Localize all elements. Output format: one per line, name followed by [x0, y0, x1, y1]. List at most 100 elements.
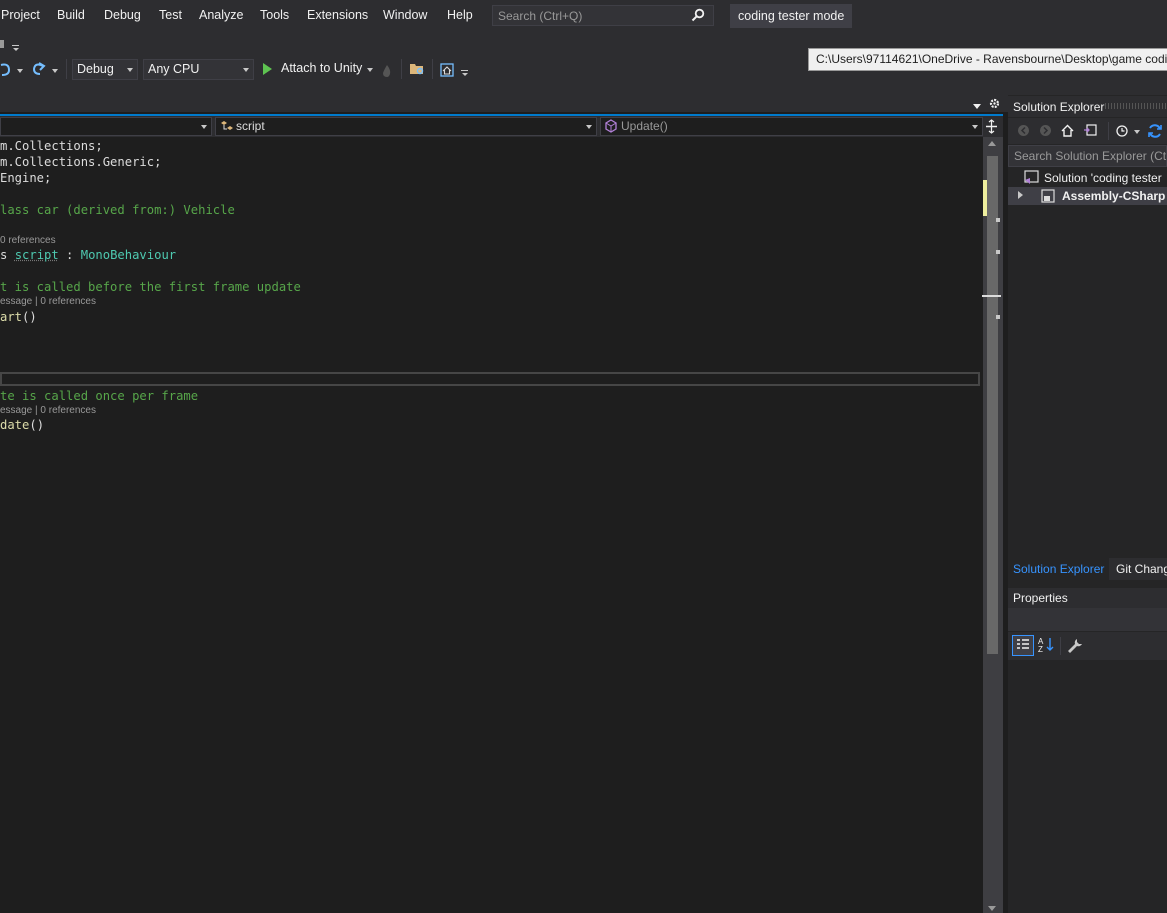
code-update-method: date() [0, 418, 44, 432]
alphabetical-icon[interactable]: AZ [1037, 636, 1055, 654]
scroll-down-arrow-icon[interactable] [988, 906, 996, 911]
member-nav-select[interactable]: Update() [600, 117, 983, 136]
toolbar-separator [401, 59, 402, 79]
configuration-value: Debug [77, 62, 114, 76]
chevron-down-icon[interactable] [1134, 130, 1140, 134]
hot-reload-flame-icon[interactable] [381, 64, 393, 78]
class-name: script [15, 248, 59, 262]
code-line-3: Engine; [0, 171, 51, 185]
class-icon [220, 120, 234, 133]
chevron-down-icon [127, 68, 133, 72]
menu-build[interactable]: Build [57, 8, 85, 22]
code-line-1: m.Collections; [0, 139, 103, 153]
toolbar: Debug Any CPU Attach to Unity [0, 32, 1167, 112]
scroll-up-arrow-icon[interactable] [988, 141, 996, 146]
toolbar-separator [66, 59, 67, 79]
toolbar-grip-icon [0, 40, 4, 48]
play-icon [262, 63, 272, 75]
toolbar-overflow-icon[interactable] [461, 70, 468, 71]
solution-explorer-toolbar [1008, 118, 1167, 144]
solution-name-badge[interactable]: coding tester mode [730, 4, 852, 28]
back-icon[interactable] [1017, 124, 1030, 137]
solution-label: Solution 'coding tester [1044, 171, 1162, 185]
scroll-marker [996, 315, 1000, 319]
menu-tools[interactable]: Tools [260, 8, 289, 22]
search-placeholder: Search (Ctrl+Q) [498, 9, 582, 23]
switch-views-icon[interactable] [1083, 123, 1098, 138]
scrollbar-thumb[interactable] [987, 156, 998, 654]
solution-explorer-search-input[interactable]: Search Solution Explorer (Ctrl [1008, 145, 1167, 167]
toolbar-separator [432, 59, 433, 79]
scroll-marker [996, 250, 1000, 254]
menu-extensions[interactable]: Extensions [307, 8, 368, 22]
attach-dropdown-icon[interactable] [367, 68, 373, 72]
method-icon [604, 119, 618, 133]
current-line-highlight [0, 372, 980, 386]
type-nav-select[interactable]: script [215, 117, 597, 136]
menu-window[interactable]: Window [383, 8, 427, 22]
file-path-tooltip: C:\Users\97114621\OneDrive - Ravensbourn… [808, 48, 1167, 71]
code-comment-start: t is called before the first frame updat… [0, 280, 301, 294]
redo-dropdown-icon[interactable] [52, 69, 58, 73]
caret-position-marker [982, 295, 1001, 297]
code-line-2: m.Collections.Generic; [0, 155, 161, 169]
menu-test[interactable]: Test [159, 8, 182, 22]
chevron-down-icon [243, 68, 249, 72]
properties-title-bar: Properties [1008, 588, 1167, 608]
search-input[interactable]: Search (Ctrl+Q) [492, 5, 714, 26]
undo-icon[interactable] [0, 62, 12, 78]
code-start-method: art() [0, 310, 37, 324]
attach-label: Attach to Unity [281, 61, 362, 75]
tool-window-tabs: Solution Explorer Git Chang [1008, 558, 1167, 580]
menu-bar: Project Build Debug Test Analyze Tools E… [0, 0, 1167, 32]
code-editor[interactable]: m.Collections; m.Collections.Generic; En… [0, 137, 983, 913]
codelens-start-references[interactable]: essage | 0 references [0, 296, 96, 307]
base-class-name: MonoBehaviour [81, 248, 176, 262]
menu-help[interactable]: Help [447, 8, 473, 22]
chevron-down-icon [201, 125, 207, 129]
menu-debug[interactable]: Debug [104, 8, 141, 22]
csharp-project-icon [1040, 188, 1056, 204]
solution-explorer-title: Solution Explorer [1013, 100, 1104, 114]
categorized-icon[interactable] [1012, 635, 1034, 656]
forward-icon[interactable] [1039, 124, 1052, 137]
sync-icon[interactable] [1147, 123, 1163, 139]
properties-object-select[interactable] [1008, 608, 1167, 631]
redo-icon[interactable] [31, 61, 47, 77]
menu-project[interactable]: Project [1, 8, 40, 22]
toolbar-overflow-icon[interactable] [12, 45, 19, 46]
project-nav-select[interactable] [0, 117, 212, 136]
member-nav-value: Update() [621, 118, 668, 135]
pending-changes-clock-icon[interactable] [1115, 124, 1129, 138]
svg-text:Z: Z [1038, 645, 1043, 654]
chevron-down-icon [586, 125, 592, 129]
codelens-update-references[interactable]: essage | 0 references [0, 405, 96, 416]
tab-list-dropdown-icon[interactable] [973, 104, 981, 109]
platform-select[interactable]: Any CPU [143, 59, 254, 80]
code-comment-class: lass car (derived from:) Vehicle [0, 203, 235, 217]
tab-git-changes[interactable]: Git Chang [1116, 562, 1167, 576]
chevron-down-icon [972, 125, 978, 129]
home-icon[interactable] [1060, 123, 1075, 138]
tab-solution-explorer[interactable]: Solution Explorer [1013, 562, 1104, 576]
codelens-references[interactable]: 0 references [0, 235, 56, 246]
menu-analyze[interactable]: Analyze [199, 8, 243, 22]
undo-dropdown-icon[interactable] [17, 69, 23, 73]
solution-icon [1024, 170, 1040, 186]
title-grip [1105, 103, 1167, 109]
expand-arrow-icon[interactable] [1018, 191, 1023, 199]
properties-title: Properties [1013, 591, 1068, 605]
property-pages-wrench-icon[interactable] [1066, 637, 1083, 654]
gear-icon[interactable] [989, 98, 1000, 109]
split-window-icon[interactable] [985, 119, 998, 134]
window-home-icon[interactable] [440, 63, 454, 77]
search-icon[interactable] [691, 8, 705, 22]
change-marker [983, 180, 987, 216]
folder-search-icon[interactable] [409, 62, 425, 76]
platform-value: Any CPU [148, 62, 199, 76]
navigation-bar: script Update() [0, 116, 1003, 137]
properties-toolbar: AZ [1008, 632, 1167, 660]
code-class-declaration: s script : MonoBehaviour [0, 248, 176, 262]
configuration-select[interactable]: Debug [72, 59, 138, 80]
code-comment-update: te is called once per frame [0, 389, 198, 403]
